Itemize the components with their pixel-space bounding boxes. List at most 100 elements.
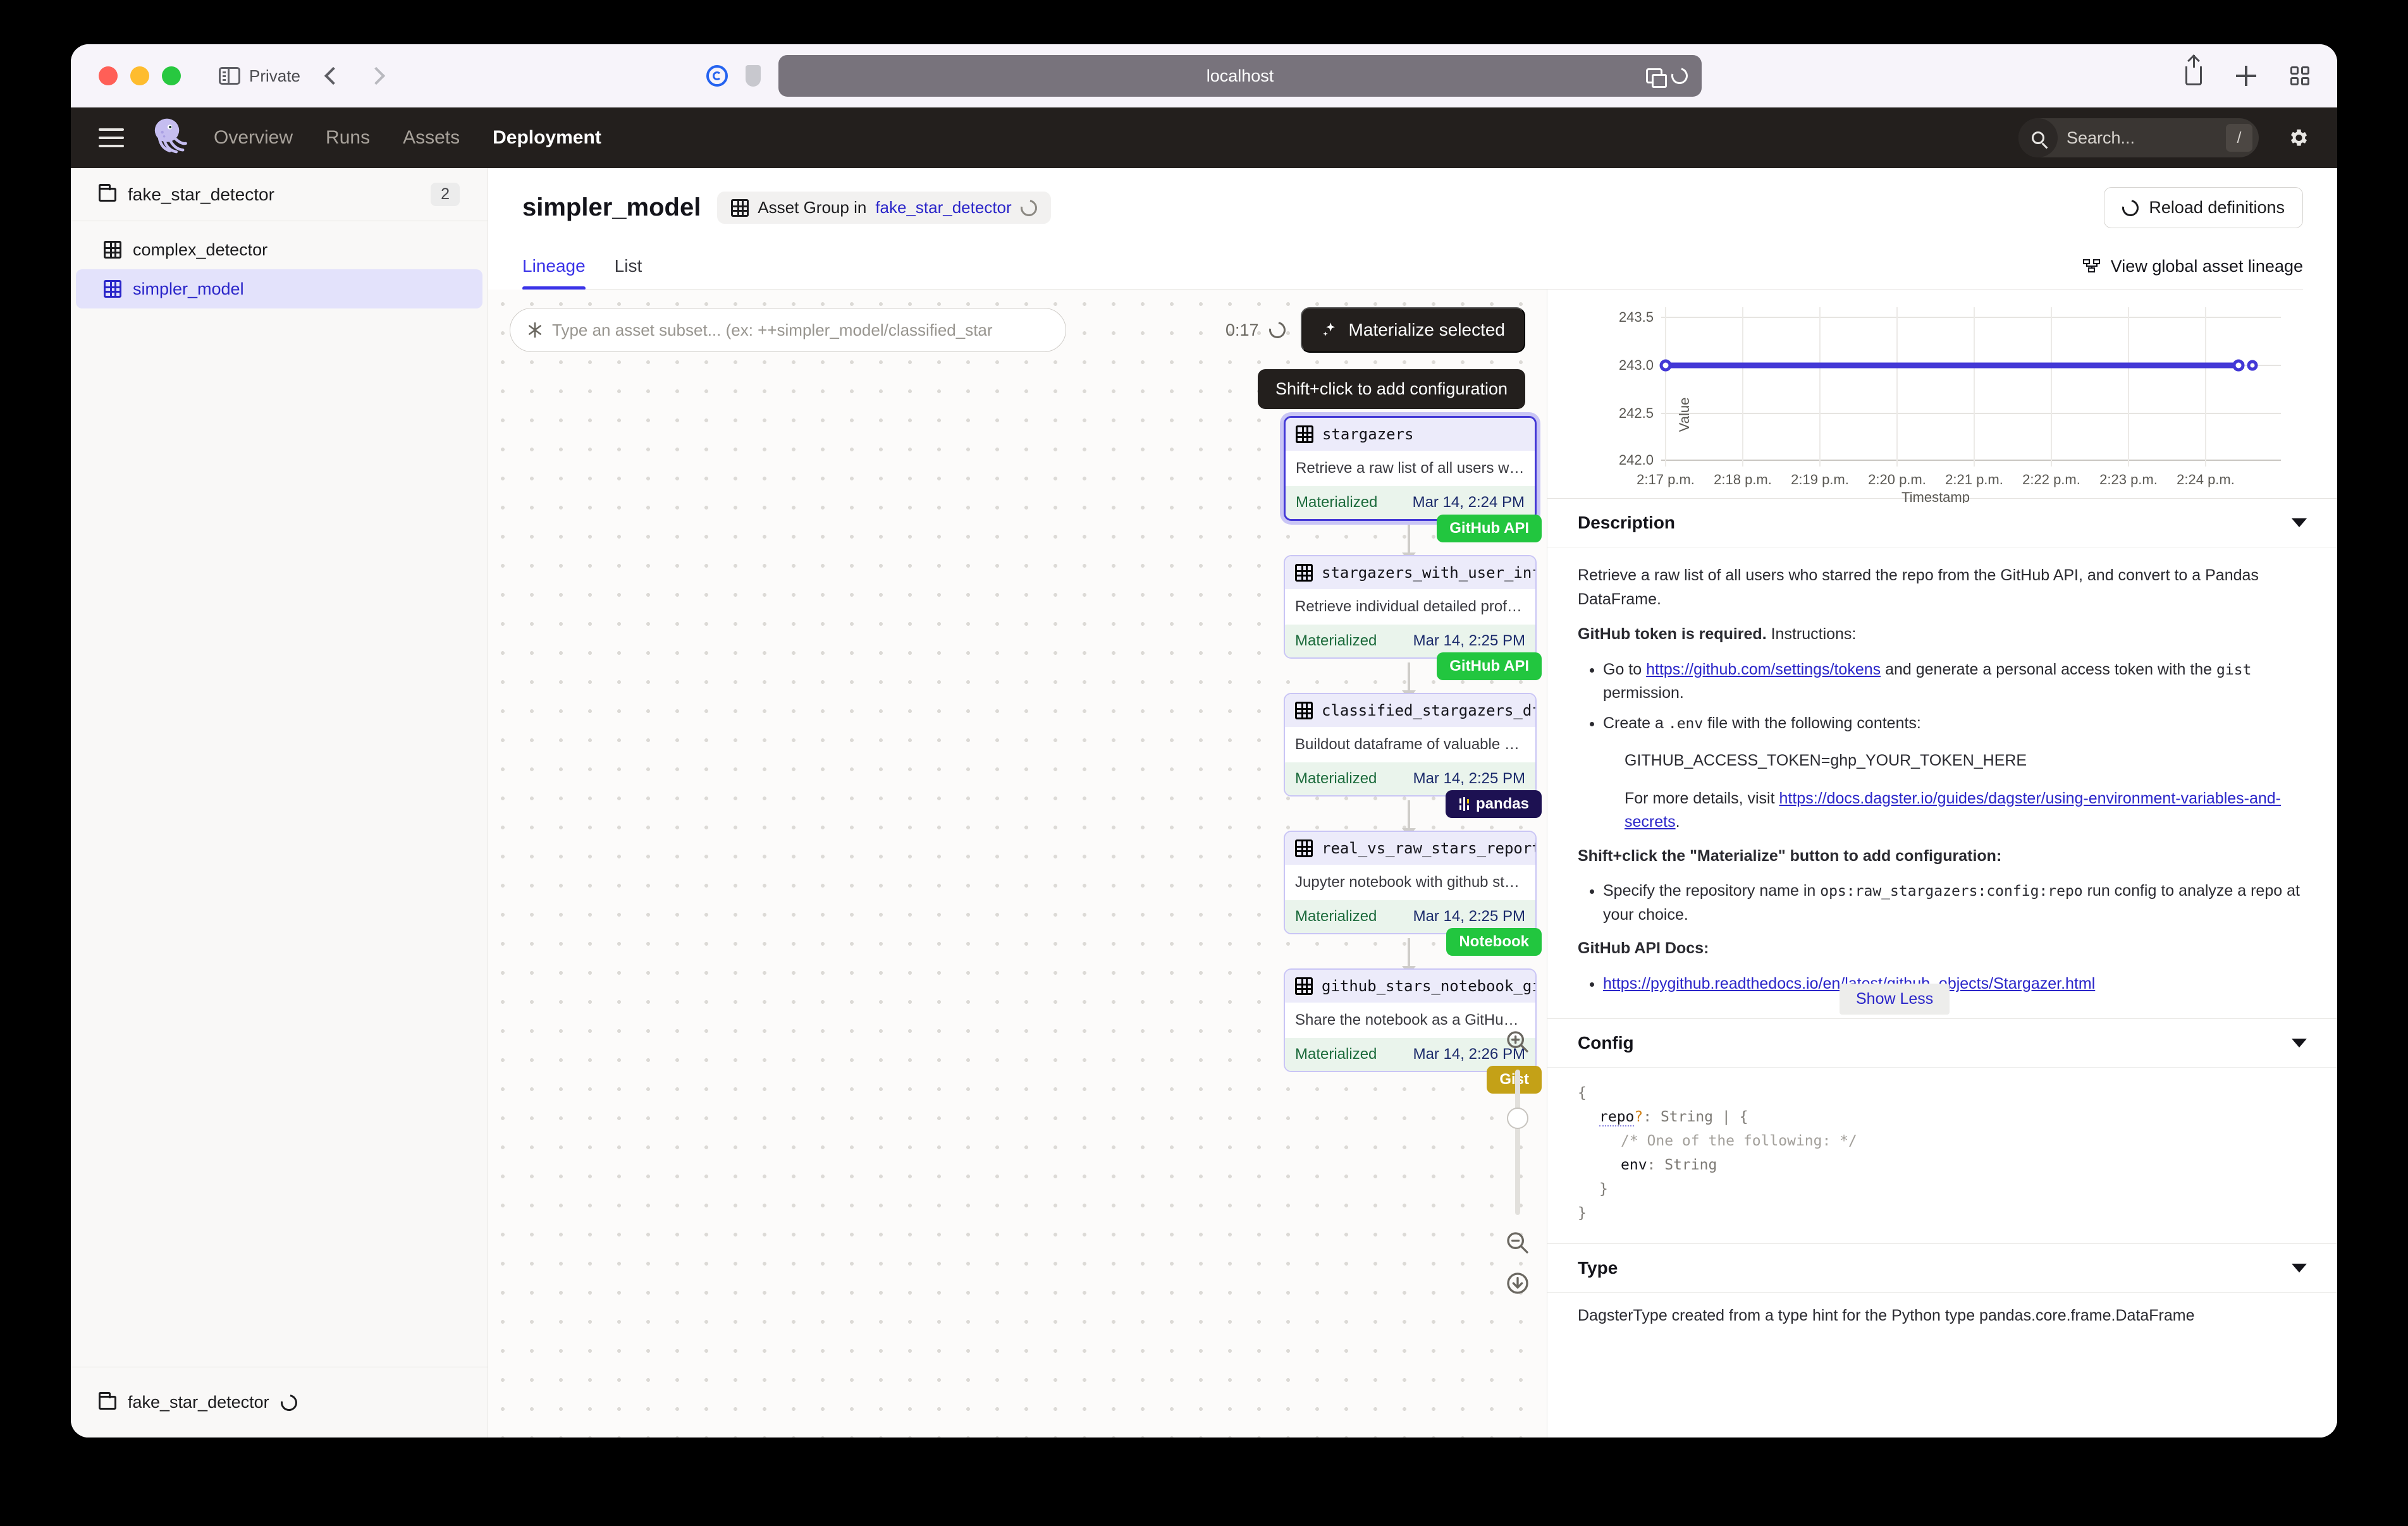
- asset-node-description: Share the notebook as a GitHub Gist.: [1295, 1011, 1535, 1029]
- content-row: Type an asset subset... (ex: ++simpler_m…: [488, 290, 2337, 1437]
- zoom-in-icon[interactable]: [1505, 1029, 1530, 1054]
- chart-xtick-6: 2:23 p.m.: [2099, 472, 2158, 487]
- show-less-button[interactable]: Show Less: [1840, 983, 1950, 1015]
- asset-node-tag[interactable]: GitHub API: [1437, 515, 1542, 542]
- materialization-chart[interactable]: 243.5 243.0 242.5 242.0 Value 2:17 p.m. …: [1547, 290, 2337, 505]
- config-line-4-rest: : String: [1647, 1156, 1717, 1173]
- settings-gear-icon[interactable]: [2287, 126, 2309, 149]
- tab-overview-icon[interactable]: [2290, 66, 2309, 85]
- dagster-logo-icon[interactable]: [145, 114, 192, 161]
- config-line-2: repo?: String | {: [1578, 1106, 2307, 1130]
- menu-hamburger-icon[interactable]: [99, 128, 124, 147]
- reader-icon[interactable]: [706, 65, 728, 87]
- description-section-header[interactable]: Description: [1547, 498, 2337, 547]
- shield-icon[interactable]: [746, 65, 761, 87]
- nav-item-assets[interactable]: Assets: [403, 127, 460, 149]
- config-section-header[interactable]: Config: [1547, 1018, 2337, 1068]
- asset-lineage-graph[interactable]: Type an asset subset... (ex: ++simpler_m…: [488, 290, 1547, 1437]
- sidebar-toggle-button[interactable]: Private: [219, 66, 300, 86]
- refresh-icon[interactable]: [1265, 318, 1289, 342]
- address-bar[interactable]: localhost: [778, 55, 1702, 97]
- close-window-button[interactable]: [99, 66, 118, 85]
- badge-repo-link[interactable]: fake_star_detector: [875, 198, 1011, 217]
- bullet2-code: .env: [1668, 715, 1704, 732]
- asset-node-tag[interactable]: Notebook: [1446, 928, 1542, 956]
- asset-node-stargazers-with-user-info[interactable]: stargazers_with_user_info Retrieve indiv…: [1284, 555, 1537, 659]
- asset-subset-input[interactable]: Type an asset subset... (ex: ++simpler_m…: [510, 308, 1066, 352]
- sidebar-item-simpler-model[interactable]: simpler_model: [76, 269, 482, 308]
- config-key-repo[interactable]: repo: [1599, 1108, 1635, 1126]
- global-search-input[interactable]: Search... /: [2018, 118, 2259, 157]
- chart-svg: 243.5 243.0 242.5 242.0 Value 2:17 p.m. …: [1619, 307, 2281, 505]
- tab-lineage[interactable]: Lineage: [522, 256, 586, 290]
- github-tokens-link[interactable]: https://github.com/settings/tokens: [1646, 661, 1881, 678]
- url-bar-region: localhost: [71, 44, 2337, 107]
- zoom-slider-handle[interactable]: [1507, 1108, 1528, 1129]
- chevron-down-icon[interactable]: [2292, 1039, 2307, 1047]
- nav-item-runs[interactable]: Runs: [326, 127, 370, 149]
- type-heading: Type: [1578, 1257, 1618, 1278]
- asset-node-real-vs-raw-stars-report[interactable]: real_vs_raw_stars_report Jupyter noteboo…: [1284, 831, 1537, 934]
- refresh-icon[interactable]: [277, 1391, 300, 1414]
- materialize-selected-button[interactable]: Materialize selected: [1300, 307, 1525, 353]
- view-global-asset-lineage-link[interactable]: View global asset lineage: [2082, 257, 2303, 289]
- back-chevron-icon[interactable]: [324, 66, 343, 85]
- nav-item-overview[interactable]: Overview: [214, 127, 293, 149]
- sidebar-group-fake-star-detector[interactable]: fake_star_detector 2: [71, 168, 488, 221]
- folder-icon: [99, 183, 116, 202]
- lineage-icon: [2082, 259, 2100, 272]
- sparkle-icon: [1322, 322, 1335, 336]
- translate-icon[interactable]: [1646, 68, 1667, 88]
- maximize-window-button[interactable]: [162, 66, 181, 85]
- share-icon[interactable]: [2185, 55, 2202, 85]
- description-heading: Description: [1578, 513, 1676, 532]
- tab-bar: Lineage List View global asset lineage: [522, 256, 2303, 290]
- browser-nav-buttons[interactable]: [324, 66, 386, 85]
- config-line-5: }: [1599, 1180, 1608, 1197]
- tab-list[interactable]: List: [615, 256, 642, 289]
- top-nav-right: Search... /: [2018, 118, 2309, 157]
- zoom-out-icon[interactable]: [1505, 1230, 1530, 1255]
- asset-node-description: Retrieve a raw list of all users who st.…: [1296, 460, 1535, 477]
- refresh-icon[interactable]: [1017, 196, 1040, 219]
- nav-item-deployment[interactable]: Deployment: [493, 127, 601, 149]
- sidebar-icon: [219, 67, 240, 85]
- new-tab-icon[interactable]: [2236, 66, 2256, 86]
- timer-value: 0:17: [1225, 320, 1259, 339]
- zoom-to-fit-icon[interactable]: [1505, 1271, 1530, 1296]
- graph-toolbar: Type an asset subset... (ex: ++simpler_m…: [510, 307, 1525, 353]
- type-section-header[interactable]: Type: [1547, 1243, 2337, 1293]
- reload-definitions-button[interactable]: Reload definitions: [2104, 187, 2303, 228]
- zoom-slider[interactable]: [1507, 1070, 1528, 1215]
- chevron-down-icon[interactable]: [2292, 518, 2307, 527]
- asset-node-tag[interactable]: pandas: [1445, 790, 1542, 818]
- list-item: Go to https://github.com/settings/tokens…: [1603, 658, 2307, 705]
- list-item: https://pygithub.readthedocs.io/en/lates…: [1603, 972, 2307, 996]
- asset-node-classified-stargazers-df[interactable]: classified_stargazers_df Buildout datafr…: [1284, 693, 1537, 797]
- asset-node-tag[interactable]: GitHub API: [1437, 652, 1542, 680]
- sidebar-group-label: fake_star_detector: [128, 184, 274, 204]
- browser-window: Private localhost Overview Runs Assets D…: [71, 44, 2337, 1437]
- asset-node-name: classified_stargazers_df: [1322, 702, 1537, 719]
- minimize-window-button[interactable]: [130, 66, 149, 85]
- sidebar-item-complex-detector[interactable]: complex_detector: [76, 230, 482, 269]
- asset-node-status: Materialized: [1296, 494, 1378, 511]
- asset-node-description: Buildout dataframe of valuable attrib...: [1295, 736, 1535, 753]
- window-controls[interactable]: [99, 66, 181, 85]
- chevron-down-icon[interactable]: [2292, 1263, 2307, 1273]
- asset-group-badge: Asset Group in fake_star_detector: [717, 192, 1051, 224]
- asset-node-timestamp: Mar 14, 2:25 PM: [1413, 770, 1525, 787]
- asset-node-stargazers[interactable]: stargazers Retrieve a raw list of all us…: [1284, 416, 1537, 521]
- chart-ytick-0: 243.5: [1619, 309, 1654, 325]
- description-token-required: GitHub token is required. Instructions:: [1578, 623, 2307, 647]
- asset-node-header: real_vs_raw_stars_report: [1285, 832, 1535, 865]
- safari-toolbar: Private localhost: [71, 44, 2337, 107]
- asset-node-github-stars-notebook-gist[interactable]: github_stars_notebook_gist Share the not…: [1284, 968, 1537, 1072]
- bullet2-b: file with the following contents:: [1703, 714, 1921, 732]
- sidebar-footer-repo[interactable]: fake_star_detector: [71, 1367, 488, 1437]
- forward-chevron-icon[interactable]: [367, 66, 386, 85]
- page-reload-icon[interactable]: [1668, 64, 1691, 87]
- shift-click-heading: Shift+click the "Materialize" button to …: [1578, 846, 2002, 865]
- asset-node-name: stargazers: [1322, 425, 1414, 443]
- asset-node-container: github_stars_notebook_gist Share the not…: [1284, 968, 1542, 1094]
